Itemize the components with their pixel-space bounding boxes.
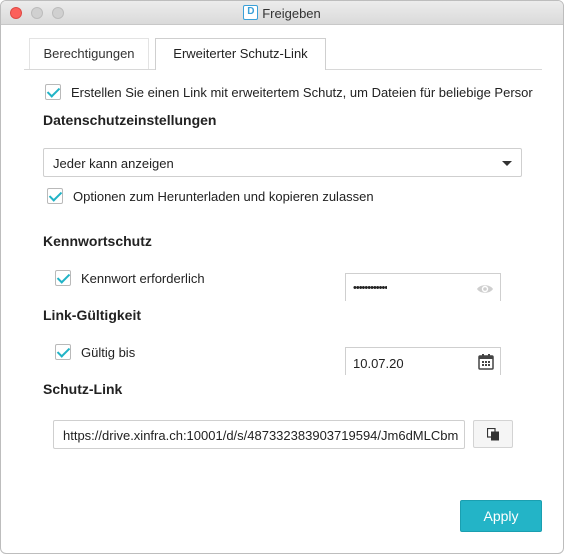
- calendar-icon[interactable]: [478, 354, 494, 370]
- window-title: Freigeben: [262, 6, 321, 21]
- eye-icon[interactable]: [476, 283, 494, 295]
- password-required-checkbox[interactable]: [55, 270, 71, 286]
- enable-protected-link-label: Erstellen Sie einen Link mit erweitertem…: [71, 85, 533, 100]
- visibility-select-value: Jeder kann anzeigen: [53, 156, 174, 171]
- chevron-down-icon: [502, 161, 512, 166]
- copy-link-button[interactable]: [473, 420, 513, 448]
- link-validity-heading: Link-Gültigkeit: [43, 307, 141, 323]
- checkmark-icon: [56, 270, 71, 284]
- tab-protected-link[interactable]: Erweiterter Schutz-Link: [155, 38, 326, 70]
- password-value: ••••••••••••: [353, 282, 388, 294]
- password-input[interactable]: ••••••••••••: [345, 273, 501, 301]
- allow-download-checkbox[interactable]: [47, 188, 63, 204]
- protected-link-input[interactable]: https://drive.xinfra.ch:10001/d/s/487332…: [53, 420, 465, 449]
- checkmark-icon: [48, 188, 63, 202]
- protected-link-url: https://drive.xinfra.ch:10001/d/s/487332…: [63, 428, 459, 443]
- privacy-settings-heading: Datenschutzeinstellungen: [43, 112, 217, 128]
- enable-protected-link-checkbox[interactable]: [45, 84, 61, 100]
- tab-permissions[interactable]: Berechtigungen: [29, 38, 149, 69]
- expiry-date-input[interactable]: 10.07.20: [345, 347, 501, 375]
- expiry-date-value: 10.07.20: [353, 356, 404, 371]
- allow-download-label: Optionen zum Herunterladen und kopieren …: [73, 189, 374, 204]
- password-required-label: Kennwort erforderlich: [81, 271, 205, 286]
- password-protection-heading: Kennwortschutz: [43, 233, 152, 249]
- title-bar: D Freigeben: [1, 1, 563, 25]
- protected-link-heading: Schutz-Link: [43, 381, 123, 397]
- checkmark-icon: [56, 344, 71, 358]
- share-dialog-window: D Freigeben Berechtigungen Erweiterter Sc…: [0, 0, 564, 554]
- valid-until-checkbox[interactable]: [55, 344, 71, 360]
- apply-button[interactable]: Apply: [460, 500, 542, 532]
- window-title-area: D Freigeben: [1, 5, 563, 21]
- visibility-select[interactable]: Jeder kann anzeigen: [43, 148, 522, 177]
- app-logo-icon: D: [243, 5, 259, 20]
- checkmark-icon: [46, 84, 61, 98]
- valid-until-label: Gültig bis: [81, 345, 136, 360]
- copy-icon: [487, 428, 499, 441]
